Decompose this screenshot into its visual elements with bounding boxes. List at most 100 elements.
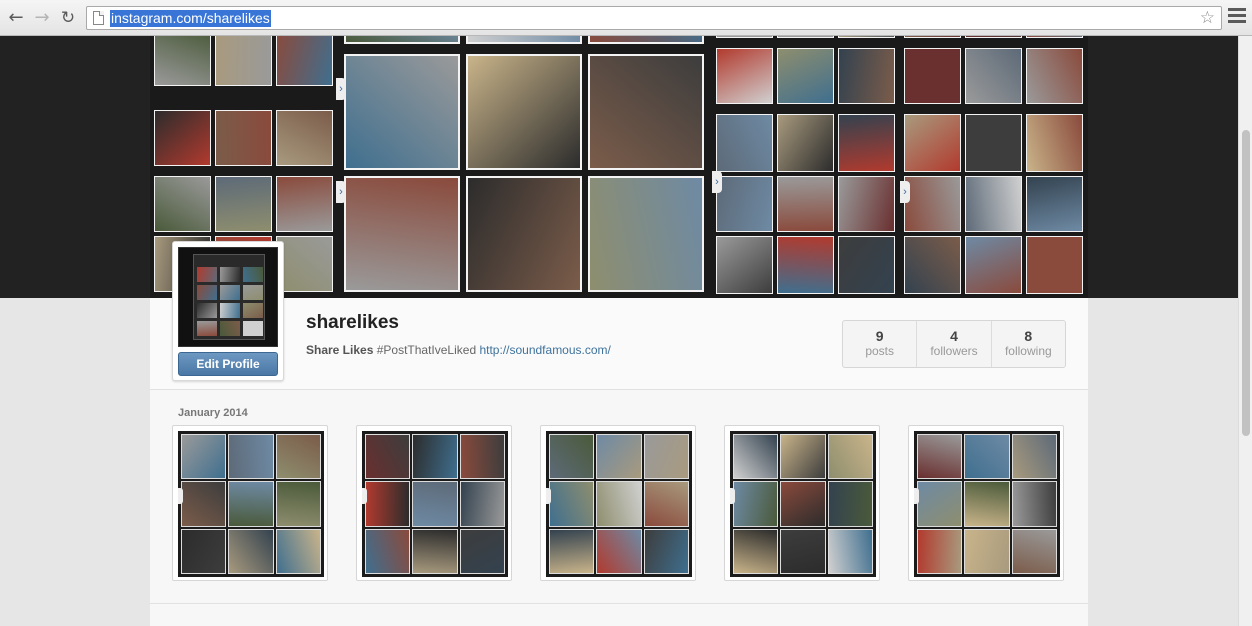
post-thumbnail[interactable] [172,425,328,581]
post-cell [181,434,227,480]
collage-photo[interactable] [154,110,211,166]
collage-photo[interactable] [1026,176,1083,232]
post-arrow-icon [730,488,735,504]
collage-photo[interactable] [965,48,1022,104]
collage-photo[interactable] [1026,36,1083,38]
collage-photo[interactable] [716,114,773,172]
collage-photo[interactable] [466,36,582,44]
post-thumbnail[interactable] [540,425,696,581]
post-cell [365,434,411,480]
post-thumbnail[interactable] [724,425,880,581]
collage-photo[interactable] [588,54,704,170]
collage-photo[interactable] [466,176,582,292]
avatar[interactable] [178,247,278,347]
collage-photo[interactable] [215,110,272,166]
post-image [730,431,876,577]
stat-following[interactable]: 8 following [992,321,1065,367]
collage-photo[interactable] [276,110,333,166]
collage-photo[interactable] [904,36,961,38]
collage-photo[interactable] [838,48,895,104]
post-cell [412,528,458,574]
bookmark-star-icon[interactable]: ☆ [1200,8,1215,28]
post-cell [596,481,642,527]
post-thumbnail[interactable] [908,425,1064,581]
collage-photo[interactable] [716,48,773,104]
scrollbar-thumb[interactable] [1242,130,1250,436]
post-cell [1011,481,1057,527]
collage-photo[interactable] [1026,48,1083,104]
post-cell [917,481,963,527]
collage-photo[interactable] [904,176,961,232]
collage-photo[interactable] [777,48,834,104]
collage-photo[interactable] [588,176,704,292]
post-cell [412,481,458,527]
bio: Share Likes #PostThatIveLiked http://sou… [306,343,611,357]
post-cell [780,528,826,574]
collage-photo[interactable] [1026,114,1083,172]
post-cell [596,528,642,574]
collage-photo[interactable] [965,236,1022,294]
post-cell [412,434,458,480]
forward-arrow-icon[interactable]: → [32,8,52,28]
back-arrow-icon[interactable]: ← [6,8,26,28]
collage-photo[interactable] [154,36,211,86]
post-image [178,431,324,577]
post-cell [459,481,505,527]
collage-arrow-icon[interactable]: › [336,78,346,100]
collage-photo[interactable] [777,176,834,232]
divider [150,603,1088,604]
post-cell [275,481,321,527]
reload-icon[interactable]: ↻ [58,8,78,28]
menu-icon[interactable] [1228,8,1246,28]
post-arrow-icon [546,488,551,504]
collage-photo[interactable] [344,54,460,170]
collage-photo[interactable] [965,114,1022,172]
collage-photo[interactable] [965,36,1022,38]
post-cell [733,434,779,480]
collage-photo[interactable] [716,176,773,232]
post-cell [275,528,321,574]
post-cell [181,528,227,574]
collage-photo[interactable] [838,36,895,38]
post-cell [228,528,274,574]
collage-arrow-icon[interactable]: › [712,171,722,193]
collage-arrow-icon[interactable]: › [336,181,346,203]
stat-followers[interactable]: 4 followers [917,321,992,367]
collage-photo[interactable] [904,236,961,294]
collage-photo[interactable] [965,176,1022,232]
scrollbar[interactable] [1238,36,1252,626]
collage-photo[interactable] [777,236,834,294]
url-text[interactable]: instagram.com/sharelikes [110,10,271,27]
collage-photo[interactable] [716,236,773,294]
post-thumbnail[interactable] [356,425,512,581]
collage-photo[interactable] [777,36,834,38]
collage-photo[interactable] [215,36,272,86]
collage-photo[interactable] [838,236,895,294]
collage-photo[interactable] [777,114,834,172]
collage-photo[interactable] [838,176,895,232]
collage-photo[interactable] [276,236,333,292]
website-link[interactable]: http://soundfamous.com/ [479,343,610,357]
collage-photo[interactable] [904,48,961,104]
collage-arrow-icon[interactable]: › [900,181,910,203]
post-cell [1011,528,1057,574]
post-cell [964,481,1010,527]
profile-header: Edit Profile sharelikes Share Likes #Pos… [150,241,1088,390]
stat-posts[interactable]: 9 posts [843,321,918,367]
post-image [362,431,508,577]
address-bar[interactable]: instagram.com/sharelikes ☆ [86,6,1222,30]
collage-photo[interactable] [154,176,211,232]
avatar-thumb [220,321,240,336]
collage-photo[interactable] [215,176,272,232]
collage-photo[interactable] [276,176,333,232]
collage-photo[interactable] [344,176,460,292]
edit-profile-button[interactable]: Edit Profile [178,352,278,376]
collage-photo[interactable] [1026,236,1083,294]
collage-photo[interactable] [716,36,773,38]
collage-photo[interactable] [588,36,704,44]
collage-photo[interactable] [466,54,582,170]
collage-photo[interactable] [904,114,961,172]
collage-photo[interactable] [838,114,895,172]
collage-photo[interactable] [276,36,333,86]
collage-photo[interactable] [344,36,460,44]
